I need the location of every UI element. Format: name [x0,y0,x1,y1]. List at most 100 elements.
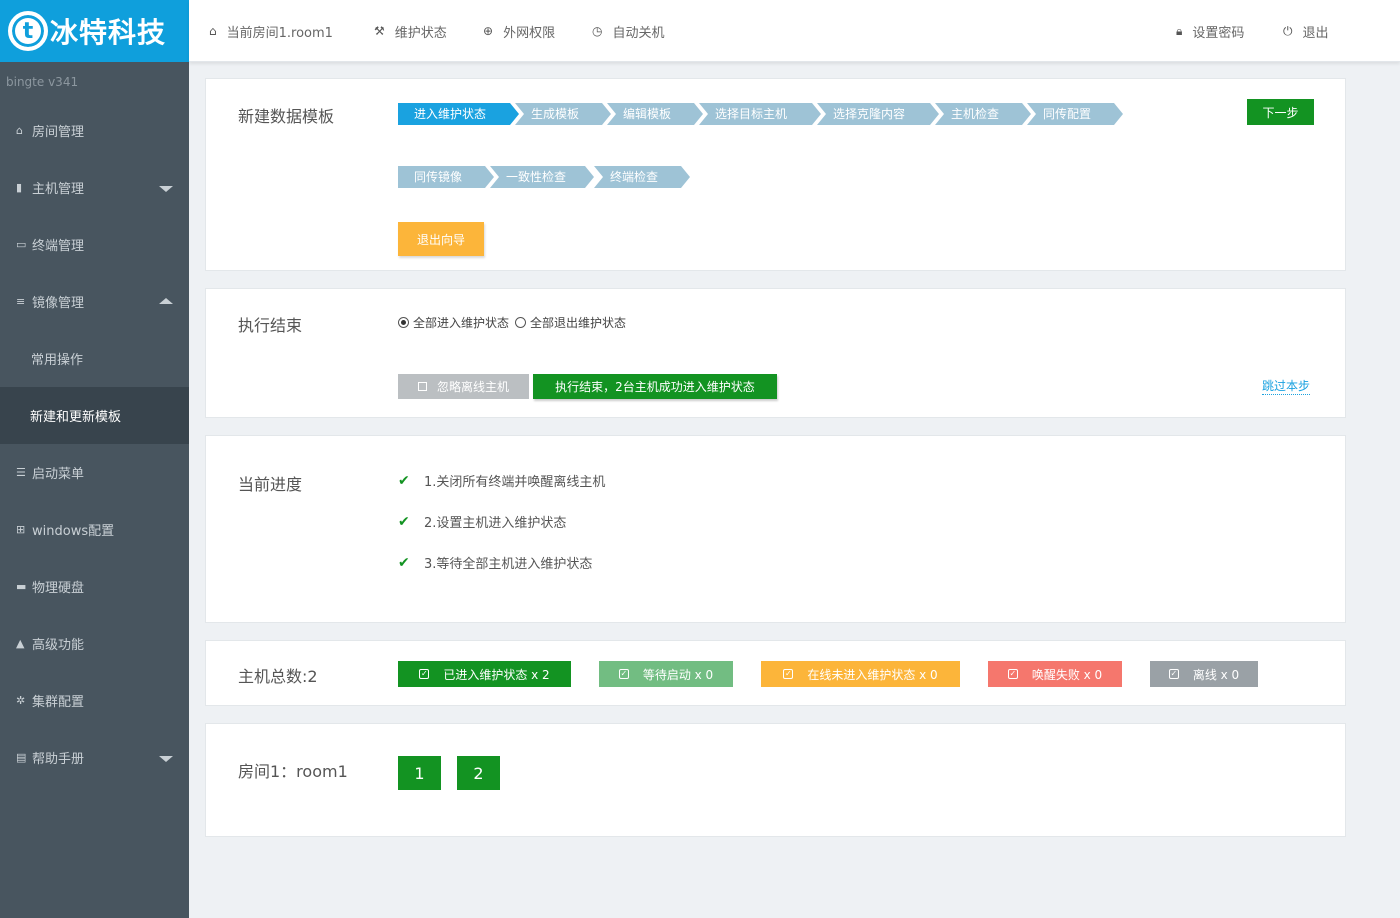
stat-offline[interactable]: ✓ 离线 x 0 [1150,661,1258,687]
step-generate-template[interactable]: 生成模板 [515,103,611,125]
version-label: bingte v341 [6,75,79,89]
stat-wake-failed[interactable]: ✓ 唤醒失败 x 0 [988,661,1122,687]
sidebar-item-rooms[interactable]: ⌂ 房间管理 [0,102,189,159]
checkbox-icon [417,382,427,391]
nav-current-room[interactable]: ⌂ 当前房间1.room1 [209,0,333,62]
nav-logout-label: 退出 [1302,25,1329,41]
list-icon: ☰ [16,466,26,479]
sidebar-item-label: 集群配置 [32,695,85,710]
harddisk-icon: ▬ [16,580,27,593]
sidebar-item-common-ops[interactable]: 常用操作 [0,330,189,387]
checkbox-icon: ✓ [1007,669,1018,679]
stat-label: 等待启动 x 0 [642,667,714,682]
chevron-up-icon [159,297,173,304]
execution-result-button[interactable]: 执行结束，2台主机成功进入维护状态 [533,374,777,399]
globe-icon: ⊕ [483,24,494,38]
checkbox-icon: ✓ [419,669,430,679]
chevron-down-icon [159,755,173,762]
server-icon: ▮ [16,181,23,194]
sidebar-item-advanced[interactable]: ▲ 高级功能 [0,615,189,672]
logo[interactable]: t 冰特科技 [0,0,189,62]
step-select-clone-content[interactable]: 选择克隆内容 [817,103,939,125]
progress-title: 当前进度 [238,475,303,494]
exit-wizard-button[interactable]: 退出向导 [398,222,484,256]
progress-item: ✔ 1.关闭所有终端并唤醒离线主机 [398,471,606,491]
execution-title: 执行结束 [238,316,303,335]
step-edit-template[interactable]: 编辑模板 [607,103,703,125]
host-stats-panel: 主机总数:2 ✓ 已进入维护状态 x 2 ✓ 等待启动 x 0 ✓ 在线未进入维… [205,640,1346,706]
checkbox-icon: ✓ [618,669,629,679]
sidebar-item-images[interactable]: ≡ 镜像管理 [0,273,189,330]
warning-icon: ▲ [16,637,25,650]
step-host-check[interactable]: 主机检查 [935,103,1031,125]
nav-set-password-label: 设置密码 [1192,25,1245,41]
host-button-2[interactable]: 2 [457,756,500,790]
sidebar-item-boot-menu[interactable]: ☰ 启动菜单 [0,444,189,501]
skip-step-link[interactable]: 跳过本步 [1262,377,1311,395]
sidebar-item-help[interactable]: ▤ 帮助手册 [0,729,189,786]
progress-item: ✔ 2.设置主机进入维护状态 [398,512,567,532]
room-title: 房间1：room1 [238,762,348,781]
radio-enter-all[interactable]: 全部进入维护状态 [398,314,509,331]
sidebar-item-windows-config[interactable]: ⊞ windows配置 [0,501,189,558]
sidebar-item-label: 帮助手册 [32,752,85,767]
step-sync-config[interactable]: 同传配置 [1027,103,1123,125]
nav-current-room-label: 当前房间1.room1 [226,25,333,41]
nav-maintenance[interactable]: ⚒ 维护状态 [374,0,447,62]
cog-icon: ✲ [16,694,26,707]
checkbox-icon: ✓ [1168,669,1179,679]
sidebar-item-label: 常用操作 [31,353,84,368]
sidebar-item-label: 镜像管理 [32,296,85,311]
sidebar-item-label: 房间管理 [32,125,85,140]
top-navbar: ⌂ 当前房间1.room1 ⚒ 维护状态 ⊕ 外网权限 ◷ 自动关机 🔒︎ 设置… [189,0,1400,62]
progress-item: ✔ 3.等待全部主机进入维护状态 [398,553,593,573]
progress-item-label: 2.设置主机进入维护状态 [424,516,567,531]
nav-internet-label: 外网权限 [503,25,556,41]
wizard-panel: 新建数据模板 进入维护状态 生成模板 编辑模板 选择目标主机 选择克隆内容 主机… [205,78,1346,271]
maintenance-radio-group: 全部进入维护状态 全部退出维护状态 [398,314,626,331]
sidebar-item-label: 启动菜单 [32,467,85,482]
step-sync-image[interactable]: 同传镜像 [398,166,494,188]
wrench-icon: ⚒ [374,24,385,38]
nav-logout[interactable]: ⏻ 退出 [1283,0,1329,62]
stat-waiting-start[interactable]: ✓ 等待启动 x 0 [599,661,733,687]
radio-enter-all-label: 全部进入维护状态 [413,316,510,330]
radio-unchecked-icon [515,317,527,328]
nav-auto-shutdown[interactable]: ◷ 自动关机 [592,0,665,62]
monitor-icon: ▭ [16,238,27,251]
sidebar-item-cluster[interactable]: ✲ 集群配置 [0,672,189,729]
progress-item-label: 3.等待全部主机进入维护状态 [424,557,593,572]
sidebar: t 冰特科技 bingte v341 ⌂ 房间管理 ▮ 主机管理 ▭ 终端管理 … [0,0,189,918]
sidebar-item-label: 主机管理 [32,182,85,197]
sidebar-item-new-template[interactable]: 新建和更新模板 [0,387,189,444]
nav-internet[interactable]: ⊕ 外网权限 [483,0,555,62]
step-enter-maintenance[interactable]: 进入维护状态 [398,103,519,125]
sidebar-item-hosts[interactable]: ▮ 主机管理 [0,159,189,216]
stat-label: 已进入维护状态 x 2 [443,667,550,682]
lock-icon: 🔒︎ [1176,23,1183,38]
logo-badge-icon: t [8,11,48,51]
stat-label: 在线未进入维护状态 x 0 [807,667,938,682]
sidebar-item-terminals[interactable]: ▭ 终端管理 [0,216,189,273]
ignore-offline-label: 忽略离线主机 [436,380,509,394]
database-icon: ≡ [16,295,26,308]
nav-set-password[interactable]: 🔒︎ 设置密码 [1176,0,1244,62]
sidebar-item-label: windows配置 [32,524,115,539]
host-button-1[interactable]: 1 [398,756,441,790]
home-icon: ⌂ [209,24,217,38]
wizard-title: 新建数据模板 [238,107,335,126]
progress-item-label: 1.关闭所有终端并唤醒离线主机 [424,475,606,490]
chevron-down-icon [159,185,173,192]
stat-in-maintenance[interactable]: ✓ 已进入维护状态 x 2 [398,661,571,687]
next-step-button[interactable]: 下一步 [1247,99,1314,125]
step-select-target-host[interactable]: 选择目标主机 [699,103,821,125]
stat-label: 离线 x 0 [1192,667,1240,682]
radio-exit-all[interactable]: 全部退出维护状态 [515,314,626,331]
ignore-offline-button[interactable]: 忽略离线主机 [398,374,529,399]
power-icon: ⏻ [1283,23,1293,38]
clock-icon: ◷ [592,24,603,38]
step-consistency-check[interactable]: 一致性检查 [490,166,594,188]
step-terminal-check[interactable]: 终端检查 [594,166,690,188]
stat-online-not-maintenance[interactable]: ✓ 在线未进入维护状态 x 0 [761,661,960,687]
sidebar-item-physical-disk[interactable]: ▬ 物理硬盘 [0,558,189,615]
